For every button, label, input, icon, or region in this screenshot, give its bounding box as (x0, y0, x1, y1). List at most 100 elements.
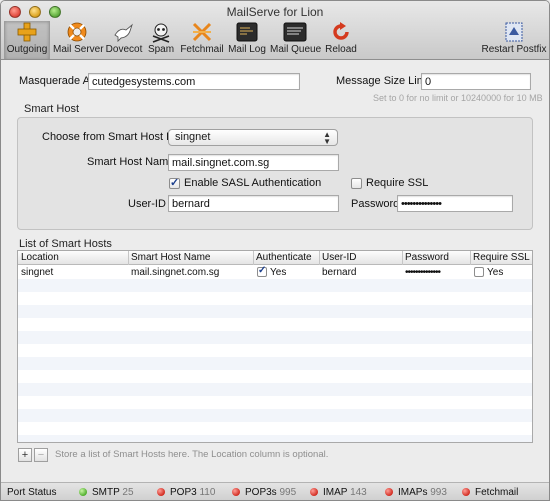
plus-icon (17, 22, 37, 42)
dove-icon (114, 23, 133, 43)
require-ssl-checkbox[interactable] (351, 178, 362, 189)
pop3-status: POP3 110 (170, 487, 215, 498)
table-row-empty (18, 409, 532, 422)
toolbar-outgoing-button[interactable]: Outgoing (4, 21, 50, 59)
log-console-icon (236, 22, 258, 42)
service-port: 993 (430, 487, 447, 498)
cell-host: mail.singnet.com.sg (131, 267, 220, 278)
smart-host-list-title: List of Smart Hosts (19, 238, 112, 250)
enable-sasl-checkbox[interactable] (169, 176, 180, 189)
cell-location: singnet (21, 267, 54, 278)
column-divider[interactable] (128, 251, 129, 265)
service-port: 143 (350, 487, 367, 498)
enable-sasl-label: Enable SASL Authentication (184, 177, 322, 189)
toolbar: MailServe for Lion Outgoing Mail Server … (1, 1, 549, 60)
column-header-password[interactable]: Password (405, 252, 449, 263)
reload-icon (333, 22, 349, 40)
app-window: MailServe for Lion Outgoing Mail Server … (0, 0, 550, 501)
service-port: 995 (279, 487, 297, 498)
size-limit-label: Message Size Limit (336, 75, 432, 87)
smart-host-popup-value: singnet (175, 131, 211, 143)
toolbar-fetchmail-button[interactable]: Fetchmail (180, 21, 224, 59)
toolbar-label: Mail Queue (270, 44, 322, 55)
userid-input[interactable] (168, 195, 339, 212)
column-divider[interactable] (319, 251, 320, 265)
table-row-empty (18, 331, 532, 344)
imaps-status-icon (385, 488, 393, 496)
toolbar-dovecot-button[interactable]: Dovecot (105, 21, 143, 59)
popup-arrows-icon: ▲ ▼ (323, 130, 331, 146)
table-row-empty (18, 383, 532, 396)
remove-smart-host-button[interactable]: − (34, 448, 48, 462)
service-name: POP3 (170, 487, 197, 498)
table-header: Location Smart Host Name Authenticate Us… (18, 251, 532, 265)
smart-host-list-hint: Store a list of Smart Hosts here. The Lo… (55, 449, 329, 460)
smart-host-group: Choose from Smart Host List singnet ▲ ▼ S… (17, 117, 533, 230)
fetchmail-status-icon (462, 488, 470, 496)
size-limit-input[interactable] (421, 73, 531, 90)
userid-label: User-ID (128, 198, 166, 210)
column-header-require-ssl[interactable]: Require SSL (473, 252, 530, 263)
column-divider[interactable] (402, 251, 403, 265)
toolbar-label: Dovecot (105, 44, 143, 55)
table-row-empty (18, 305, 532, 318)
fetchmail-status: Fetchmail (475, 487, 519, 498)
toolbar-spam-button[interactable]: Spam (146, 21, 176, 59)
column-divider[interactable] (470, 251, 471, 265)
cell-password: •••••••••••••• (405, 267, 441, 278)
toolbar-mail-queue-button[interactable]: Mail Queue (270, 21, 322, 59)
pop3-status-icon (157, 488, 165, 496)
column-header-userid[interactable]: User-ID (322, 252, 356, 263)
toolbar-label: Fetchmail (180, 44, 224, 55)
smart-host-name-input[interactable] (168, 154, 339, 171)
column-divider[interactable] (253, 251, 254, 265)
port-status-bar: Port Status SMTP 25 POP3 110 POP3s 995 I… (1, 482, 549, 500)
imaps-status: IMAPs 993 (398, 487, 447, 498)
require-ssl-label: Require SSL (366, 177, 429, 189)
service-name: SMTP (92, 487, 120, 498)
service-port: 110 (199, 487, 216, 498)
table-row-empty (18, 279, 532, 292)
table-row-empty (18, 357, 532, 370)
column-header-location[interactable]: Location (21, 252, 59, 263)
cell-ssl-label: Yes (487, 267, 504, 278)
smtp-status-icon (79, 488, 87, 496)
password-label: Password (351, 198, 400, 210)
smart-host-section-title: Smart Host (24, 103, 80, 115)
smart-host-popup[interactable]: singnet ▲ ▼ (168, 129, 338, 146)
service-name: IMAPs (398, 487, 428, 498)
masquerade-input[interactable] (88, 73, 300, 90)
table-row[interactable]: singnet mail.singnet.com.sg Yes bernard … (18, 265, 532, 279)
password-input[interactable] (397, 195, 513, 212)
service-name: IMAP (323, 487, 348, 498)
queue-console-icon (283, 22, 307, 42)
column-header-authenticate[interactable]: Authenticate (256, 252, 312, 263)
lifebuoy-icon (67, 22, 87, 42)
add-smart-host-button[interactable]: + (18, 448, 32, 462)
cell-authenticate-label: Yes (270, 267, 287, 278)
toolbar-label: Reload (325, 44, 357, 55)
toolbar-mail-server-button[interactable]: Mail Server (53, 21, 104, 59)
pop3s-status: POP3s 995 (245, 487, 296, 498)
toolbar-label: Mail Log (228, 44, 266, 55)
port-status-label: Port Status (7, 487, 57, 498)
toolbar-mail-log-button[interactable]: Mail Log (227, 21, 267, 59)
toolbar-restart-postfix-button[interactable]: Restart Postfix (481, 21, 547, 59)
toolbar-label: Outgoing (6, 44, 48, 55)
toolbar-label: Restart Postfix (481, 44, 547, 55)
toolbar-label: Spam (147, 44, 175, 55)
masquerade-label: Masquerade As (19, 75, 96, 87)
cell-ssl-checkbox[interactable] (474, 267, 484, 277)
cell-authenticate-checkbox[interactable] (257, 265, 267, 277)
column-header-host[interactable]: Smart Host Name (131, 252, 210, 263)
toolbar-label: Mail Server (53, 44, 104, 55)
imap-status-icon (310, 488, 318, 496)
toolbar-reload-button[interactable]: Reload (323, 21, 359, 59)
smart-host-name-label: Smart Host Name (87, 156, 175, 168)
window-title: MailServe for Lion (226, 5, 324, 19)
choose-smart-host-label: Choose from Smart Host List (42, 131, 184, 143)
service-name: POP3s (245, 487, 277, 498)
pop3s-status-icon (232, 488, 240, 496)
smart-host-table[interactable]: Location Smart Host Name Authenticate Us… (17, 250, 533, 443)
skull-icon (152, 23, 170, 43)
